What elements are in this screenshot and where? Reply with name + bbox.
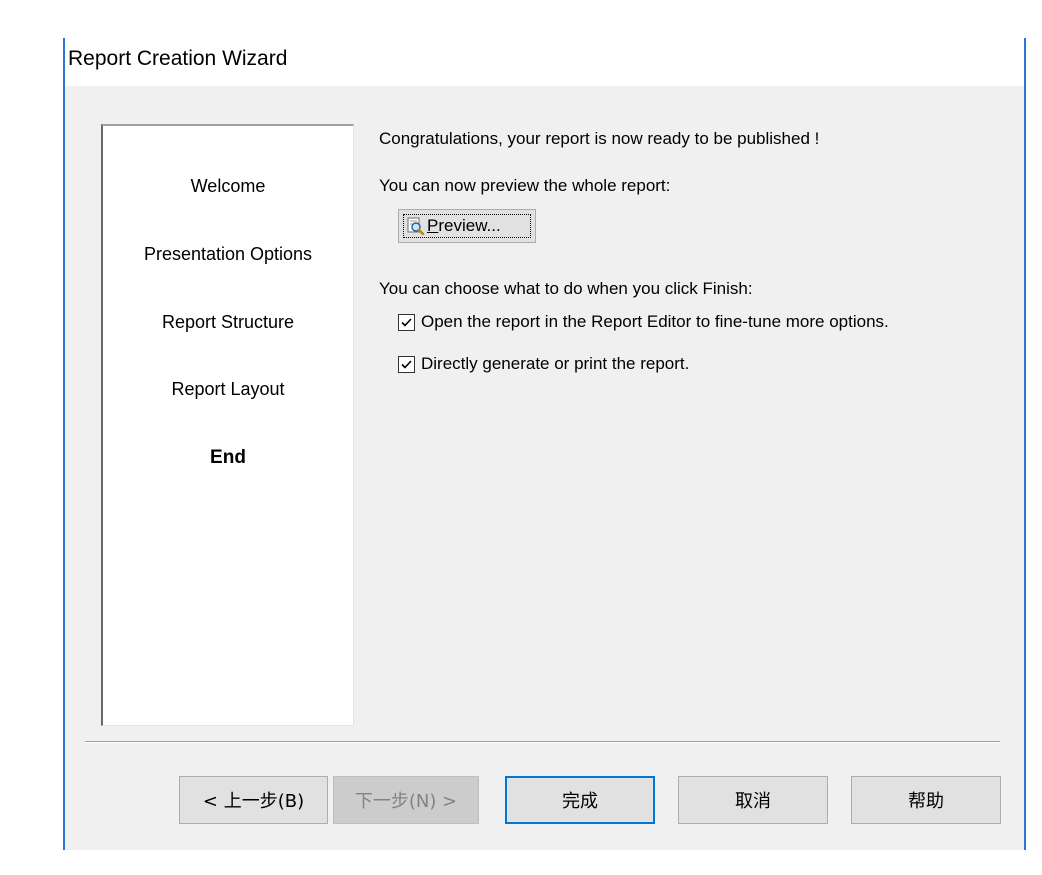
wizard-steps-panel: Welcome Presentation Options Report Stru… xyxy=(101,124,354,726)
preview-button-label: Preview... xyxy=(427,216,501,236)
open-in-editor-checkbox[interactable] xyxy=(398,313,415,331)
preview-button-focus-rect: Preview... xyxy=(403,214,531,238)
cancel-button[interactable]: 取消 xyxy=(678,776,828,824)
open-in-editor-label: Open the report in the Report Editor to … xyxy=(421,312,889,331)
generate-or-print-label: Directly generate or print the report. xyxy=(421,354,690,373)
finish-intro-text: You can choose what to do when you click… xyxy=(379,279,753,298)
step-end: End xyxy=(210,447,246,468)
title-bar[interactable]: Report Creation Wizard xyxy=(65,38,1024,86)
back-button[interactable]: < 上一步(B) xyxy=(179,776,328,824)
open-in-editor-option[interactable]: Open the report in the Report Editor to … xyxy=(398,312,889,332)
checkmark-icon xyxy=(401,317,412,327)
help-button[interactable]: 帮助 xyxy=(851,776,1001,824)
preview-accel-key: P xyxy=(427,216,439,235)
step-report-structure: Report Structure xyxy=(161,312,295,332)
checkmark-icon xyxy=(401,359,412,369)
preview-label-rest: review... xyxy=(438,216,501,235)
report-creation-wizard-dialog: Report Creation Wizard Welcome Presentat… xyxy=(63,38,1026,850)
generate-or-print-checkbox[interactable] xyxy=(398,355,415,373)
next-button[interactable]: 下一步(N) > xyxy=(333,776,479,824)
magnifier-document-icon xyxy=(407,217,425,235)
window-title: Report Creation Wizard xyxy=(68,47,288,70)
wizard-client-area: Welcome Presentation Options Report Stru… xyxy=(65,86,1024,850)
congratulations-text: Congratulations, your report is now read… xyxy=(379,129,820,148)
preview-intro-text: You can now preview the whole report: xyxy=(379,176,671,195)
step-welcome: Welcome xyxy=(190,176,266,196)
step-report-layout: Report Layout xyxy=(171,379,285,399)
button-separator xyxy=(85,741,1000,743)
generate-or-print-option[interactable]: Directly generate or print the report. xyxy=(398,354,689,374)
preview-button[interactable]: Preview... xyxy=(398,209,536,243)
step-presentation-options: Presentation Options xyxy=(143,244,313,264)
finish-button[interactable]: 完成 xyxy=(505,776,655,824)
